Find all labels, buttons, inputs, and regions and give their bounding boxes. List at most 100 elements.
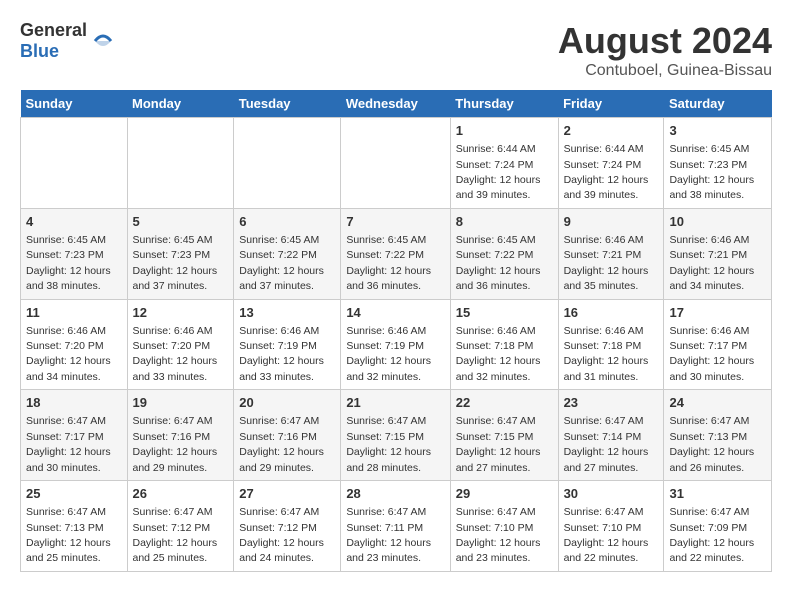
day-number: 27 bbox=[239, 485, 335, 503]
calendar-table: SundayMondayTuesdayWednesdayThursdayFrid… bbox=[20, 90, 772, 572]
calendar-cell: 24 Sunrise: 6:47 AMSunset: 7:13 PMDayligh… bbox=[664, 390, 772, 481]
day-detail: Sunrise: 6:47 AMSunset: 7:15 PMDaylight:… bbox=[346, 415, 431, 473]
day-number: 3 bbox=[669, 122, 766, 140]
calendar-week-4: 25Sunrise: 6:47 AMSunset: 7:13 PMDayligh… bbox=[21, 481, 772, 572]
page-title: August 2024 bbox=[558, 20, 772, 62]
day-number: 2 bbox=[564, 122, 659, 140]
logo-blue-text: Blue bbox=[20, 41, 87, 62]
day-detail: Sunrise: 6:45 AMSunset: 7:22 PMDaylight:… bbox=[239, 234, 324, 292]
calendar-cell: 12Sunrise: 6:46 AMSunset: 7:20 PMDayligh… bbox=[127, 299, 234, 390]
day-number: 18 bbox=[26, 394, 122, 412]
day-number: 22 bbox=[456, 394, 553, 412]
day-number: 24 bbox=[669, 394, 766, 412]
day-detail: Sunrise: 6:47 AMSunset: 7:16 PMDaylight:… bbox=[133, 415, 218, 473]
logo-icon bbox=[91, 29, 115, 53]
day-detail: Sunrise: 6:45 AMSunset: 7:22 PMDaylight:… bbox=[456, 234, 541, 292]
calendar-cell: 18 Sunrise: 6:47 AMSunset: 7:17 PMDayligh… bbox=[21, 390, 128, 481]
day-detail: Sunrise: 6:46 AMSunset: 7:19 PMDaylight:… bbox=[346, 325, 431, 383]
day-detail: Sunrise: 6:44 AMSunset: 7:24 PMDaylight:… bbox=[456, 143, 541, 201]
calendar-cell: 26Sunrise: 6:47 AMSunset: 7:12 PMDayligh… bbox=[127, 481, 234, 572]
day-detail: Sunrise: 6:44 AMSunset: 7:24 PMDaylight:… bbox=[564, 143, 649, 201]
day-number: 13 bbox=[239, 304, 335, 322]
day-detail: Sunrise: 6:47 AMSunset: 7:16 PMDaylight:… bbox=[239, 415, 324, 473]
day-detail: Sunrise: 6:45 AMSunset: 7:23 PMDaylight:… bbox=[669, 143, 754, 201]
day-detail: Sunrise: 6:47 AMSunset: 7:15 PMDaylight:… bbox=[456, 415, 541, 473]
day-number: 9 bbox=[564, 213, 659, 231]
calendar-week-1: 4 Sunrise: 6:45 AMSunset: 7:23 PMDaylight… bbox=[21, 208, 772, 299]
day-detail: Sunrise: 6:46 AMSunset: 7:20 PMDaylight:… bbox=[133, 325, 218, 383]
day-number: 17 bbox=[669, 304, 766, 322]
header-day-sunday: Sunday bbox=[21, 90, 128, 118]
logo: General Blue bbox=[20, 20, 115, 62]
calendar-cell: 16Sunrise: 6:46 AMSunset: 7:18 PMDayligh… bbox=[558, 299, 664, 390]
day-number: 10 bbox=[669, 213, 766, 231]
calendar-cell: 29 Sunrise: 6:47 AMSunset: 7:10 PMDayligh… bbox=[450, 481, 558, 572]
day-detail: Sunrise: 6:47 AMSunset: 7:13 PMDaylight:… bbox=[669, 415, 754, 473]
day-number: 29 bbox=[456, 485, 553, 503]
calendar-cell: 2 Sunrise: 6:44 AMSunset: 7:24 PMDaylight… bbox=[558, 118, 664, 209]
calendar-cell bbox=[341, 118, 450, 209]
day-detail: Sunrise: 6:46 AMSunset: 7:21 PMDaylight:… bbox=[564, 234, 649, 292]
calendar-cell bbox=[127, 118, 234, 209]
day-detail: Sunrise: 6:47 AMSunset: 7:10 PMDaylight:… bbox=[564, 506, 649, 564]
header-day-tuesday: Tuesday bbox=[234, 90, 341, 118]
day-detail: Sunrise: 6:46 AMSunset: 7:19 PMDaylight:… bbox=[239, 325, 324, 383]
day-number: 11 bbox=[26, 304, 122, 322]
header-day-thursday: Thursday bbox=[450, 90, 558, 118]
calendar-cell: 3 Sunrise: 6:45 AMSunset: 7:23 PMDaylight… bbox=[664, 118, 772, 209]
calendar-cell: 27 Sunrise: 6:47 AMSunset: 7:12 PMDayligh… bbox=[234, 481, 341, 572]
day-number: 31 bbox=[669, 485, 766, 503]
day-detail: Sunrise: 6:45 AMSunset: 7:23 PMDaylight:… bbox=[133, 234, 218, 292]
calendar-cell: 31Sunrise: 6:47 AMSunset: 7:09 PMDayligh… bbox=[664, 481, 772, 572]
day-number: 30 bbox=[564, 485, 659, 503]
calendar-cell: 1 Sunrise: 6:44 AMSunset: 7:24 PMDaylight… bbox=[450, 118, 558, 209]
day-detail: Sunrise: 6:46 AMSunset: 7:18 PMDaylight:… bbox=[564, 325, 649, 383]
calendar-cell: 5Sunrise: 6:45 AMSunset: 7:23 PMDaylight… bbox=[127, 208, 234, 299]
day-number: 1 bbox=[456, 122, 553, 140]
calendar-cell: 13 Sunrise: 6:46 AMSunset: 7:19 PMDayligh… bbox=[234, 299, 341, 390]
day-number: 20 bbox=[239, 394, 335, 412]
day-detail: Sunrise: 6:47 AMSunset: 7:12 PMDaylight:… bbox=[239, 506, 324, 564]
calendar-cell: 7 Sunrise: 6:45 AMSunset: 7:22 PMDaylight… bbox=[341, 208, 450, 299]
calendar-cell: 4Sunrise: 6:45 AMSunset: 7:23 PMDaylight… bbox=[21, 208, 128, 299]
day-number: 28 bbox=[346, 485, 444, 503]
header-row: SundayMondayTuesdayWednesdayThursdayFrid… bbox=[21, 90, 772, 118]
calendar-cell: 8 Sunrise: 6:45 AMSunset: 7:22 PMDaylight… bbox=[450, 208, 558, 299]
calendar-cell: 30 Sunrise: 6:47 AMSunset: 7:10 PMDayligh… bbox=[558, 481, 664, 572]
calendar-cell: 20 Sunrise: 6:47 AMSunset: 7:16 PMDayligh… bbox=[234, 390, 341, 481]
calendar-week-2: 11 Sunrise: 6:46 AMSunset: 7:20 PMDayligh… bbox=[21, 299, 772, 390]
day-number: 26 bbox=[133, 485, 229, 503]
header-day-saturday: Saturday bbox=[664, 90, 772, 118]
calendar-cell: 19Sunrise: 6:47 AMSunset: 7:16 PMDayligh… bbox=[127, 390, 234, 481]
day-number: 21 bbox=[346, 394, 444, 412]
day-detail: Sunrise: 6:46 AMSunset: 7:20 PMDaylight:… bbox=[26, 325, 111, 383]
day-detail: Sunrise: 6:47 AMSunset: 7:13 PMDaylight:… bbox=[26, 506, 111, 564]
calendar-cell: 23Sunrise: 6:47 AMSunset: 7:14 PMDayligh… bbox=[558, 390, 664, 481]
calendar-week-0: 1 Sunrise: 6:44 AMSunset: 7:24 PMDaylight… bbox=[21, 118, 772, 209]
day-number: 6 bbox=[239, 213, 335, 231]
day-detail: Sunrise: 6:47 AMSunset: 7:10 PMDaylight:… bbox=[456, 506, 541, 564]
calendar-header: SundayMondayTuesdayWednesdayThursdayFrid… bbox=[21, 90, 772, 118]
title-block: August 2024 Contuboel, Guinea-Bissau bbox=[558, 20, 772, 80]
day-detail: Sunrise: 6:47 AMSunset: 7:11 PMDaylight:… bbox=[346, 506, 431, 564]
calendar-cell: 17 Sunrise: 6:46 AMSunset: 7:17 PMDayligh… bbox=[664, 299, 772, 390]
calendar-cell: 22 Sunrise: 6:47 AMSunset: 7:15 PMDayligh… bbox=[450, 390, 558, 481]
calendar-cell bbox=[21, 118, 128, 209]
header-day-wednesday: Wednesday bbox=[341, 90, 450, 118]
day-number: 7 bbox=[346, 213, 444, 231]
calendar-cell: 11 Sunrise: 6:46 AMSunset: 7:20 PMDayligh… bbox=[21, 299, 128, 390]
day-detail: Sunrise: 6:47 AMSunset: 7:17 PMDaylight:… bbox=[26, 415, 111, 473]
day-number: 8 bbox=[456, 213, 553, 231]
day-detail: Sunrise: 6:45 AMSunset: 7:22 PMDaylight:… bbox=[346, 234, 431, 292]
calendar-cell: 28 Sunrise: 6:47 AMSunset: 7:11 PMDayligh… bbox=[341, 481, 450, 572]
calendar-cell: 6 Sunrise: 6:45 AMSunset: 7:22 PMDaylight… bbox=[234, 208, 341, 299]
calendar-cell: 14Sunrise: 6:46 AMSunset: 7:19 PMDayligh… bbox=[341, 299, 450, 390]
day-detail: Sunrise: 6:46 AMSunset: 7:17 PMDaylight:… bbox=[669, 325, 754, 383]
calendar-body: 1 Sunrise: 6:44 AMSunset: 7:24 PMDaylight… bbox=[21, 118, 772, 572]
day-number: 4 bbox=[26, 213, 122, 231]
day-detail: Sunrise: 6:47 AMSunset: 7:14 PMDaylight:… bbox=[564, 415, 649, 473]
calendar-cell: 9 Sunrise: 6:46 AMSunset: 7:21 PMDaylight… bbox=[558, 208, 664, 299]
calendar-cell bbox=[234, 118, 341, 209]
calendar-week-3: 18 Sunrise: 6:47 AMSunset: 7:17 PMDayligh… bbox=[21, 390, 772, 481]
page-header: General Blue August 2024 Contuboel, Guin… bbox=[20, 20, 772, 80]
